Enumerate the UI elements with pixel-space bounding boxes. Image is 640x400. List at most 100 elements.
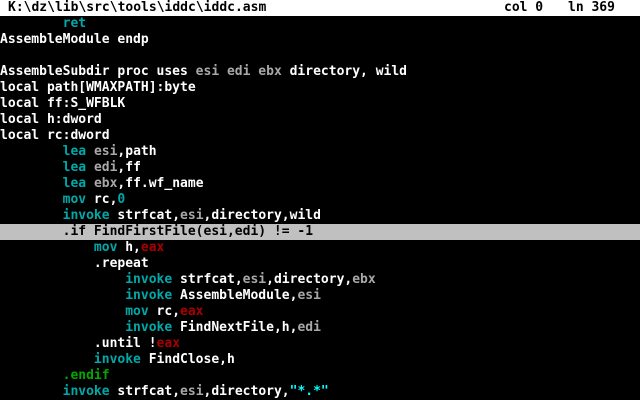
- code-token: AssembleModule,: [172, 288, 298, 303]
- code-line[interactable]: invoke AssembleModule,esi: [0, 288, 640, 304]
- code-token-eax: eax: [156, 336, 181, 351]
- code-token: local rc:dword: [0, 128, 110, 143]
- code-token-register: ebx: [93, 176, 118, 191]
- code-token: ,path: [117, 144, 157, 159]
- code-line[interactable]: AssembleModule endp: [0, 32, 640, 48]
- code-token-directive: .endif: [62, 368, 110, 383]
- code-line[interactable]: lea esi,path: [0, 144, 640, 160]
- code-token: local h:dword: [0, 112, 102, 127]
- code-line[interactable]: ret: [0, 16, 640, 32]
- code-line[interactable]: local h:dword: [0, 112, 640, 128]
- code-line[interactable]: invoke strfcat,esi,directory,"*.*": [0, 384, 640, 400]
- code-token-instruction: invoke: [125, 272, 173, 287]
- code-token-instruction: lea: [62, 176, 87, 191]
- code-token: ,directory,: [266, 272, 353, 287]
- code-token: h,: [117, 240, 141, 255]
- code-line[interactable]: .until !eax: [0, 336, 640, 352]
- code-token-register: ebx: [258, 64, 282, 79]
- cursor-column: col 0: [504, 0, 544, 15]
- code-line-current[interactable]: .if FindFirstFile(esi,edi) != -1: [0, 224, 640, 240]
- code-token-instruction: invoke: [62, 208, 110, 223]
- code-token: rc,: [148, 304, 181, 319]
- code-line[interactable]: local ff:S_WFBLK: [0, 96, 640, 112]
- code-line[interactable]: invoke strfcat,esi,directory,ebx: [0, 272, 640, 288]
- code-line[interactable]: lea ebx,ff.wf_name: [0, 176, 640, 192]
- code-line[interactable]: invoke FindNextFile,h,edi: [0, 320, 640, 336]
- code-token-instruction: invoke: [125, 320, 173, 335]
- code-token: AssembleSubdir proc uses: [0, 64, 196, 79]
- code-token: ,directory,: [203, 384, 290, 399]
- code-token: local ff:S_WFBLK: [0, 96, 126, 111]
- code-token-number: 0: [117, 192, 126, 207]
- code-token-register: esi: [93, 144, 118, 159]
- code-line[interactable]: mov rc,0: [0, 192, 640, 208]
- code-token-instruction: invoke: [125, 288, 173, 303]
- code-line[interactable]: mov h,eax: [0, 240, 640, 256]
- code-token-register: ebx: [352, 272, 376, 287]
- code-token: ,ff.wf_name: [117, 176, 204, 191]
- code-token: FindNextFile,h,: [172, 320, 298, 335]
- code-token-instruction: mov: [93, 240, 118, 255]
- code-token-instruction: mov: [62, 192, 87, 207]
- code-line[interactable]: .repeat: [0, 256, 640, 272]
- code-token-register: esi: [195, 64, 220, 79]
- code-token-register: esi: [180, 208, 204, 223]
- code-line[interactable]: AssembleSubdir proc uses esi edi ebx dir…: [0, 64, 640, 80]
- code-token: rc,: [86, 192, 118, 207]
- code-token: AssembleModule endp: [0, 32, 149, 47]
- code-line[interactable]: lea edi,ff: [0, 160, 640, 176]
- code-token-eax: eax: [140, 240, 165, 255]
- cursor-line: ln 369: [568, 0, 615, 15]
- code-token-instruction: lea: [62, 144, 87, 159]
- code-line[interactable]: mov rc,eax: [0, 304, 640, 320]
- code-line[interactable]: invoke strfcat,esi,directory,wild: [0, 208, 640, 224]
- code-line[interactable]: [0, 48, 640, 64]
- code-token-instruction: invoke: [62, 384, 110, 399]
- code-token: ,directory,wild: [203, 208, 321, 223]
- code-token-string: "*.*": [289, 384, 329, 399]
- code-token: ,ff: [117, 160, 141, 175]
- code-token: directory, wild: [281, 64, 408, 79]
- code-line[interactable]: .endif: [0, 368, 640, 384]
- code-token-eax: eax: [180, 304, 204, 319]
- code-line[interactable]: local rc:dword: [0, 128, 640, 144]
- code-token: strfcat,: [109, 208, 181, 223]
- code-token-instruction: invoke: [93, 352, 141, 367]
- code-token-register: esi: [242, 272, 267, 287]
- file-path: K:\dz\lib\src\tools\iddc\iddc.asm: [8, 0, 267, 15]
- code-token: FindClose,h: [140, 352, 235, 367]
- code-editor[interactable]: ret AssembleModule endp AssembleSubdir pro…: [0, 16, 640, 400]
- code-token-instruction: mov: [125, 304, 149, 319]
- code-line[interactable]: local path[WMAXPATH]:byte: [0, 80, 640, 96]
- code-token-register: edi: [93, 160, 118, 175]
- code-token: local path[WMAXPATH]:byte: [0, 80, 196, 95]
- code-token: .until !: [0, 336, 157, 351]
- code-token: strfcat,: [109, 384, 181, 399]
- code-line[interactable]: invoke FindClose,h: [0, 352, 640, 368]
- code-token-instruction: lea: [62, 160, 87, 175]
- code-token-register: edi: [297, 320, 321, 335]
- code-token: strfcat,: [172, 272, 243, 287]
- code-token-instruction: ret: [62, 16, 87, 31]
- code-token: .repeat: [0, 256, 149, 271]
- code-token: .if FindFirstFile(esi,edi) != -1: [0, 224, 314, 239]
- status-bar: K:\dz\lib\src\tools\iddc\iddc.asm col 0 …: [0, 0, 640, 16]
